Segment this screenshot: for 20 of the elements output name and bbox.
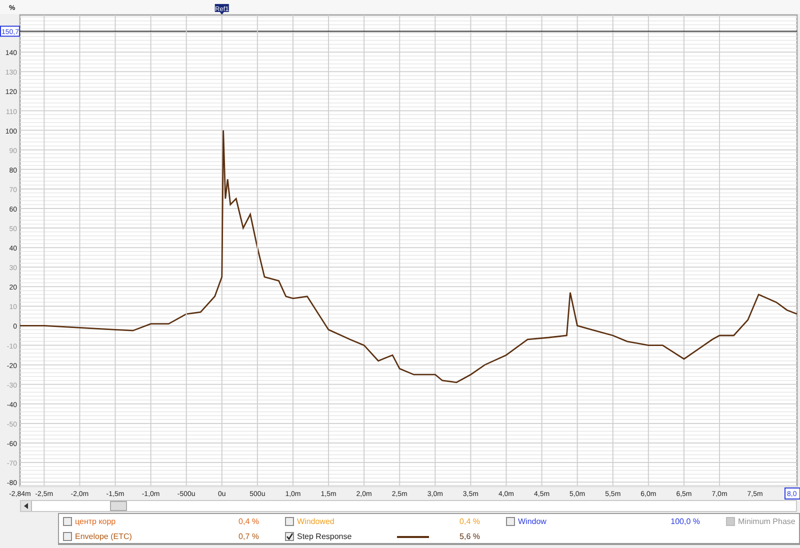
scroll-left-button[interactable]	[21, 501, 32, 511]
legend-value: 0,7 %	[238, 532, 259, 541]
legend-value: 5,6 %	[460, 532, 480, 541]
left-arrow-icon	[24, 503, 28, 509]
legend-label: центр корр	[75, 517, 117, 526]
checkbox[interactable]	[506, 517, 515, 526]
check-icon	[286, 533, 293, 540]
checkbox[interactable]	[63, 532, 72, 541]
legend-value: 100,0 %	[670, 517, 700, 526]
scroll-thumb[interactable]	[110, 501, 127, 511]
checkbox[interactable]	[285, 517, 294, 526]
legend-label: Step Response	[297, 532, 353, 541]
checkbox[interactable]	[285, 532, 294, 541]
checkbox[interactable]	[63, 517, 72, 526]
legend-value: 0,4 %	[238, 517, 259, 526]
legend-label: Minimum Phase	[738, 517, 796, 526]
legend-label: Windowed	[297, 517, 336, 526]
legend-value: 0,4 %	[460, 517, 480, 526]
legend-label: Window	[518, 517, 548, 526]
legend-label: Envelope (ETC)	[75, 532, 133, 541]
